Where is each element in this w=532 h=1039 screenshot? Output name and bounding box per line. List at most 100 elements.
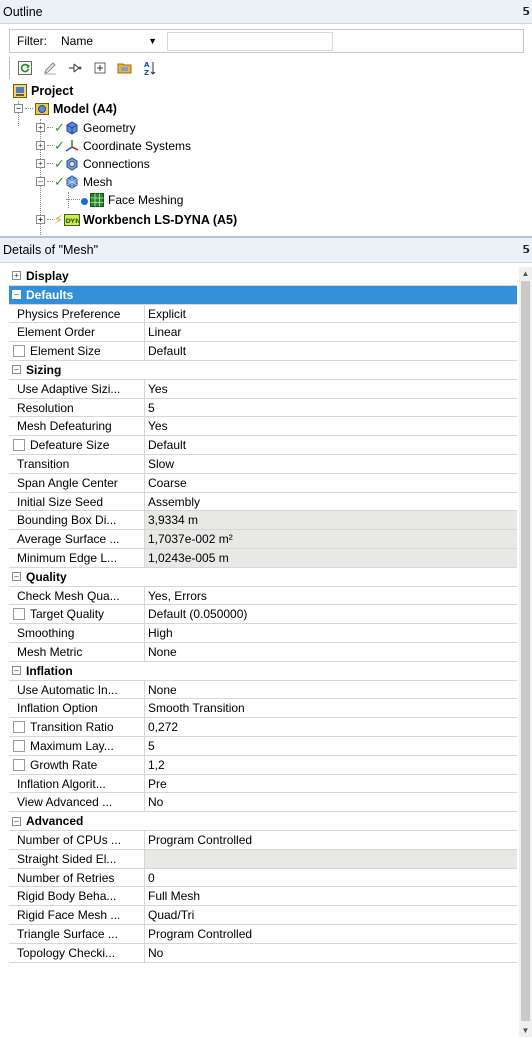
- row-value[interactable]: 0: [145, 869, 517, 887]
- tree-node-connections[interactable]: + ✓ Connections: [36, 155, 150, 172]
- expand-icon[interactable]: +: [36, 141, 45, 150]
- row-value[interactable]: 0,272: [145, 718, 517, 736]
- row-initial-size-seed[interactable]: Initial Size Seed Assembly: [9, 492, 517, 512]
- row-value[interactable]: 5: [145, 399, 517, 417]
- section-defaults[interactable]: – Defaults: [9, 285, 517, 305]
- row-element-size[interactable]: Element Size Default: [9, 342, 517, 361]
- row-transition-ratio[interactable]: Transition Ratio 0,272: [9, 718, 517, 737]
- row-span-angle-center[interactable]: Span Angle Center Coarse: [9, 473, 517, 493]
- row-value[interactable]: High: [145, 624, 517, 642]
- expand-icon[interactable]: +: [36, 123, 45, 132]
- row-view-advanced[interactable]: View Advanced ... No: [9, 793, 517, 813]
- row-physics-preference[interactable]: Physics Preference Explicit: [9, 304, 517, 324]
- collapse-icon[interactable]: –: [12, 816, 21, 826]
- pen-icon[interactable]: [39, 58, 61, 78]
- section-display[interactable]: + Display: [9, 267, 517, 286]
- tree-node-mesh[interactable]: – ✓ Mesh: [36, 173, 112, 190]
- row-number-of-cpus[interactable]: Number of CPUs ... Program Controlled: [9, 831, 517, 850]
- row-value[interactable]: Default: [145, 342, 517, 360]
- row-value[interactable]: 1,2: [145, 756, 517, 774]
- row-resolution[interactable]: Resolution 5: [9, 398, 517, 418]
- row-value[interactable]: Yes, Errors: [145, 587, 517, 605]
- row-value[interactable]: Default (0.050000): [145, 605, 517, 623]
- row-value[interactable]: Yes: [145, 380, 517, 398]
- scroll-down-icon[interactable]: ▼: [519, 1024, 532, 1037]
- row-value[interactable]: Yes: [145, 417, 517, 435]
- refresh-icon[interactable]: [14, 58, 36, 78]
- row-triangle-surface[interactable]: Triangle Surface ... Program Controlled: [9, 925, 517, 944]
- tree-node-face-meshing[interactable]: Face Meshing: [66, 191, 183, 208]
- row-element-order[interactable]: Element Order Linear: [9, 323, 517, 343]
- row-value[interactable]: None: [145, 681, 517, 699]
- collapse-icon[interactable]: –: [14, 104, 23, 113]
- collapse-icon[interactable]: –: [12, 666, 21, 676]
- row-rigid-face-mesh[interactable]: Rigid Face Mesh ... Quad/Tri: [9, 906, 517, 925]
- row-topology-checking[interactable]: Topology Checki... No: [9, 943, 517, 963]
- folder-icon[interactable]: [114, 58, 136, 78]
- tree-branch-icon[interactable]: [64, 58, 86, 78]
- row-check-mesh-quality[interactable]: Check Mesh Qua... Yes, Errors: [9, 586, 517, 606]
- scroll-up-icon[interactable]: ▲: [519, 267, 532, 280]
- expand-icon[interactable]: +: [36, 215, 45, 224]
- row-transition[interactable]: Transition Slow: [9, 455, 517, 474]
- parameter-checkbox[interactable]: [13, 740, 25, 752]
- collapse-icon[interactable]: –: [12, 290, 21, 300]
- row-inflation-algorithm[interactable]: Inflation Algorit... Pre: [9, 774, 517, 794]
- tree-node-coordinate-systems[interactable]: + ✓ Coordinate Systems: [36, 137, 191, 154]
- tree-node-geometry[interactable]: + ✓ Geometry: [36, 119, 136, 136]
- row-value[interactable]: Coarse: [145, 474, 517, 492]
- row-value[interactable]: Program Controlled: [145, 831, 517, 849]
- row-value[interactable]: 5: [145, 737, 517, 755]
- expand-icon[interactable]: +: [36, 159, 45, 168]
- sort-az-icon[interactable]: AZ: [139, 58, 161, 78]
- row-value[interactable]: Program Controlled: [145, 925, 517, 943]
- collapse-icon[interactable]: –: [36, 177, 45, 186]
- row-value[interactable]: No: [145, 944, 517, 962]
- row-value[interactable]: Linear: [145, 323, 517, 341]
- row-value[interactable]: Explicit: [145, 305, 517, 323]
- row-mesh-metric[interactable]: Mesh Metric None: [9, 643, 517, 662]
- section-inflation[interactable]: – Inflation: [9, 661, 517, 681]
- scrollbar-thumb[interactable]: [521, 281, 530, 1021]
- filter-select[interactable]: Name ▼: [55, 31, 165, 51]
- parameter-checkbox[interactable]: [13, 608, 25, 621]
- row-value[interactable]: Pre: [145, 775, 517, 793]
- section-sizing[interactable]: – Sizing: [9, 361, 517, 380]
- row-value[interactable]: Smooth Transition: [145, 699, 517, 717]
- row-use-automatic-inflation[interactable]: Use Automatic In... None: [9, 680, 517, 700]
- row-defeature-size[interactable]: Defeature Size Default: [9, 436, 517, 455]
- section-advanced[interactable]: – Advanced: [9, 812, 517, 831]
- parameter-checkbox[interactable]: [13, 439, 25, 452]
- row-value[interactable]: None: [145, 643, 517, 661]
- row-number-of-retries[interactable]: Number of Retries 0: [9, 868, 517, 888]
- row-inflation-option[interactable]: Inflation Option Smooth Transition: [9, 699, 517, 719]
- parameter-checkbox[interactable]: [13, 721, 25, 734]
- pin-icon[interactable]: 𝟱: [522, 238, 530, 263]
- row-value[interactable]: Slow: [145, 455, 517, 473]
- expand-icon[interactable]: +: [12, 271, 21, 281]
- row-rigid-body-behavior[interactable]: Rigid Body Beha... Full Mesh: [9, 887, 517, 907]
- parameter-checkbox[interactable]: [13, 758, 25, 771]
- tree-node-project[interactable]: Project: [12, 82, 73, 99]
- row-value[interactable]: Full Mesh: [145, 887, 517, 905]
- row-mesh-defeaturing[interactable]: Mesh Defeaturing Yes: [9, 417, 517, 437]
- details-scrollbar[interactable]: ▲ ▼: [519, 267, 532, 1037]
- row-growth-rate[interactable]: Growth Rate 1,2: [9, 755, 517, 775]
- expand-all-icon[interactable]: [89, 58, 111, 78]
- pin-icon[interactable]: 𝟱: [522, 0, 530, 24]
- row-value[interactable]: Assembly: [145, 493, 517, 511]
- row-value[interactable]: Quad/Tri: [145, 906, 517, 924]
- section-quality[interactable]: – Quality: [9, 567, 517, 587]
- row-value[interactable]: Default: [145, 436, 517, 454]
- row-smoothing[interactable]: Smoothing High: [9, 624, 517, 643]
- row-value[interactable]: No: [145, 793, 517, 811]
- parameter-checkbox[interactable]: [13, 345, 25, 358]
- tree-node-workbench[interactable]: + ⚡ DYN Workbench LS-DYNA (A5): [36, 211, 237, 228]
- row-target-quality[interactable]: Target Quality Default (0.050000): [9, 605, 517, 625]
- collapse-icon[interactable]: –: [12, 572, 21, 582]
- tree-node-model[interactable]: – Model (A4): [14, 100, 117, 117]
- collapse-icon[interactable]: –: [12, 365, 21, 375]
- filter-input[interactable]: [167, 31, 333, 51]
- row-use-adaptive-sizing[interactable]: Use Adaptive Sizi... Yes: [9, 379, 517, 399]
- row-maximum-layers[interactable]: Maximum Lay... 5: [9, 737, 517, 756]
